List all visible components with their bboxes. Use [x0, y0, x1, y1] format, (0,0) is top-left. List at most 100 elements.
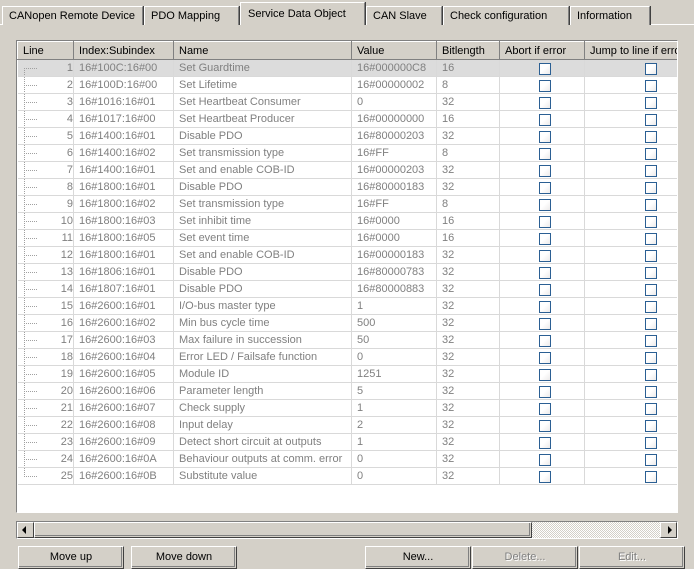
- jump-to-line-if-error-checkbox[interactable]: [645, 181, 657, 194]
- abort-if-error-checkbox[interactable]: [538, 96, 551, 109]
- column-header-index[interactable]: Index:Subindex: [73, 41, 174, 60]
- table-row[interactable]: 14 16#1807:16#01 Disable PDO 16#80000883 32: [17, 280, 677, 298]
- jump-to-line-if-error-checkbox[interactable]: [645, 419, 657, 432]
- jump-to-line-if-error-checkbox[interactable]: [645, 368, 657, 381]
- jump-to-line-if-error-checkbox[interactable]: [645, 96, 657, 109]
- abort-if-error-checkbox[interactable]: [538, 351, 551, 364]
- tab-can-slave[interactable]: CAN Slave: [366, 6, 442, 25]
- new-button[interactable]: New...: [365, 546, 471, 569]
- jump-to-line-if-error-checkbox[interactable]: [645, 79, 657, 92]
- table-row[interactable]: 12 16#1800:16#01 Set and enable COB-ID 16#0…: [17, 246, 677, 264]
- column-header-value[interactable]: Value: [351, 41, 437, 60]
- abort-if-error-checkbox[interactable]: [538, 215, 551, 228]
- jump-to-line-if-error-checkbox[interactable]: [645, 453, 657, 466]
- abort-if-error-checkbox[interactable]: [538, 453, 551, 466]
- abort-if-error-checkbox[interactable]: [538, 266, 551, 279]
- column-header-name[interactable]: Name: [173, 41, 352, 60]
- jump-to-line-if-error-checkbox[interactable]: [645, 215, 657, 228]
- column-header-jump[interactable]: Jump to line if error: [584, 41, 677, 60]
- jump-to-line-if-error-checkbox[interactable]: [645, 402, 657, 415]
- abort-if-error-checkbox[interactable]: [538, 147, 551, 160]
- abort-if-error-checkbox[interactable]: [538, 232, 551, 245]
- jump-to-line-if-error-checkbox[interactable]: [645, 266, 657, 279]
- abort-if-error-checkbox[interactable]: [538, 249, 551, 262]
- column-header-abort[interactable]: Abort if error: [499, 41, 585, 60]
- column-header-bitlength[interactable]: Bitlength: [436, 41, 500, 60]
- jump-to-line-if-error-checkbox[interactable]: [645, 317, 657, 330]
- jump-to-line-if-error-checkbox[interactable]: [645, 300, 657, 313]
- table-row[interactable]: 4 16#1017:16#00 Set Heartbeat Producer 16#0…: [17, 110, 677, 128]
- jump-to-line-if-error-checkbox[interactable]: [645, 351, 657, 364]
- abort-if-error-checkbox[interactable]: [538, 385, 551, 398]
- table-row[interactable]: 1 16#100C:16#00 Set Guardtime 16#000000C8 16: [17, 59, 677, 77]
- abort-if-error-checkbox[interactable]: [538, 113, 551, 126]
- abort-if-error-checkbox[interactable]: [538, 62, 551, 75]
- jump-to-line-if-error-checkbox[interactable]: [645, 470, 657, 483]
- jump-to-line-if-error-checkbox[interactable]: [645, 436, 657, 449]
- abort-if-error-checkbox[interactable]: [538, 402, 551, 415]
- jump-to-line-if-error-checkbox[interactable]: [645, 198, 657, 211]
- sdo-grid-scroll-area[interactable]: Line Index:Subindex Name Value Bitlength Abor…: [17, 41, 677, 512]
- table-row[interactable]: 11 16#1800:16#05 Set event time 16#0000 16: [17, 229, 677, 247]
- abort-if-error-checkbox[interactable]: [538, 164, 551, 177]
- scrollbar-track[interactable]: [34, 522, 660, 538]
- table-row[interactable]: 25 16#2600:16#0B Substitute value 0 32: [17, 467, 677, 485]
- table-row[interactable]: 23 16#2600:16#09 Detect short circuit at o…: [17, 433, 677, 451]
- tab-information[interactable]: Information: [570, 6, 650, 25]
- tab-check-configuration[interactable]: Check configuration: [443, 6, 569, 25]
- table-row[interactable]: 3 16#1016:16#01 Set Heartbeat Consumer 0 32: [17, 93, 677, 111]
- abort-if-error-checkbox[interactable]: [538, 130, 551, 143]
- jump-to-line-if-error-checkbox[interactable]: [645, 62, 657, 75]
- delete-button[interactable]: Delete...: [472, 546, 578, 569]
- abort-if-error-checkbox[interactable]: [538, 334, 551, 347]
- table-row[interactable]: 9 16#1800:16#02 Set transmission type 16#FF…: [17, 195, 677, 213]
- table-row[interactable]: 2 16#100D:16#00 Set Lifetime 16#00000002 8: [17, 76, 677, 94]
- abort-if-error-checkbox[interactable]: [538, 368, 551, 381]
- jump-to-line-if-error-checkbox[interactable]: [645, 164, 657, 177]
- jump-to-line-if-error-checkbox[interactable]: [645, 147, 657, 160]
- table-row[interactable]: 15 16#2600:16#01 I/O-bus master type 1 32: [17, 297, 677, 315]
- jump-to-line-if-error-checkbox[interactable]: [645, 113, 657, 126]
- tab-canopen-remote-device[interactable]: CANopen Remote Device: [2, 6, 143, 25]
- abort-if-error-checkbox[interactable]: [538, 419, 551, 432]
- table-row[interactable]: 16 16#2600:16#02 Min bus cycle time 500 32: [17, 314, 677, 332]
- table-row[interactable]: 21 16#2600:16#07 Check supply 1 32: [17, 399, 677, 417]
- abort-if-error-checkbox[interactable]: [538, 181, 551, 194]
- jump-to-line-if-error-checkbox[interactable]: [645, 249, 657, 262]
- table-row[interactable]: 20 16#2600:16#06 Parameter length 5 32: [17, 382, 677, 400]
- abort-if-error-checkbox[interactable]: [538, 198, 551, 211]
- jump-to-line-if-error-checkbox[interactable]: [645, 283, 657, 296]
- abort-if-error-checkbox[interactable]: [538, 300, 551, 313]
- abort-if-error-checkbox[interactable]: [538, 470, 551, 483]
- move-up-button[interactable]: Move up: [18, 546, 124, 569]
- table-row[interactable]: 19 16#2600:16#05 Module ID 1251 32: [17, 365, 677, 383]
- scroll-right-button[interactable]: [660, 522, 677, 538]
- table-row[interactable]: 6 16#1400:16#02 Set transmission type 16#FF…: [17, 144, 677, 162]
- tab-service-data-object[interactable]: Service Data Object: [240, 2, 365, 25]
- jump-to-line-if-error-checkbox[interactable]: [645, 130, 657, 143]
- abort-if-error-checkbox[interactable]: [538, 317, 551, 330]
- move-down-button[interactable]: Move down: [131, 546, 237, 569]
- table-row[interactable]: 24 16#2600:16#0A Behaviour outputs at comm…: [17, 450, 677, 468]
- scrollbar-thumb[interactable]: [34, 522, 532, 538]
- edit-button[interactable]: Edit...: [579, 546, 685, 569]
- table-row[interactable]: 10 16#1800:16#03 Set inhibit time 16#0000 16: [17, 212, 677, 230]
- table-row[interactable]: 7 16#1400:16#01 Set and enable COB-ID 16#00…: [17, 161, 677, 179]
- jump-to-line-if-error-checkbox[interactable]: [645, 334, 657, 347]
- table-row[interactable]: 18 16#2600:16#04 Error LED / Failsafe func…: [17, 348, 677, 366]
- abort-if-error-checkbox[interactable]: [538, 436, 551, 449]
- table-row[interactable]: 5 16#1400:16#01 Disable PDO 16#80000203 32: [17, 127, 677, 145]
- horizontal-scrollbar[interactable]: [16, 521, 678, 539]
- jump-to-line-if-error-checkbox[interactable]: [645, 232, 657, 245]
- table-row[interactable]: 22 16#2600:16#08 Input delay 2 32: [17, 416, 677, 434]
- table-row[interactable]: 8 16#1800:16#01 Disable PDO 16#80000183 32: [17, 178, 677, 196]
- table-row[interactable]: 17 16#2600:16#03 Max failure in succession…: [17, 331, 677, 349]
- abort-if-error-checkbox[interactable]: [538, 79, 551, 92]
- jump-to-line-if-error-checkbox[interactable]: [645, 385, 657, 398]
- abort-if-error-checkbox[interactable]: [538, 283, 551, 296]
- scroll-left-button[interactable]: [17, 522, 34, 538]
- table-row[interactable]: 13 16#1806:16#01 Disable PDO 16#80000783 32: [17, 263, 677, 281]
- sdo-table: Line Index:Subindex Name Value Bitlength Abor…: [17, 41, 677, 485]
- column-header-line[interactable]: Line: [17, 41, 74, 60]
- tab-pdo-mapping[interactable]: PDO Mapping: [144, 6, 239, 25]
